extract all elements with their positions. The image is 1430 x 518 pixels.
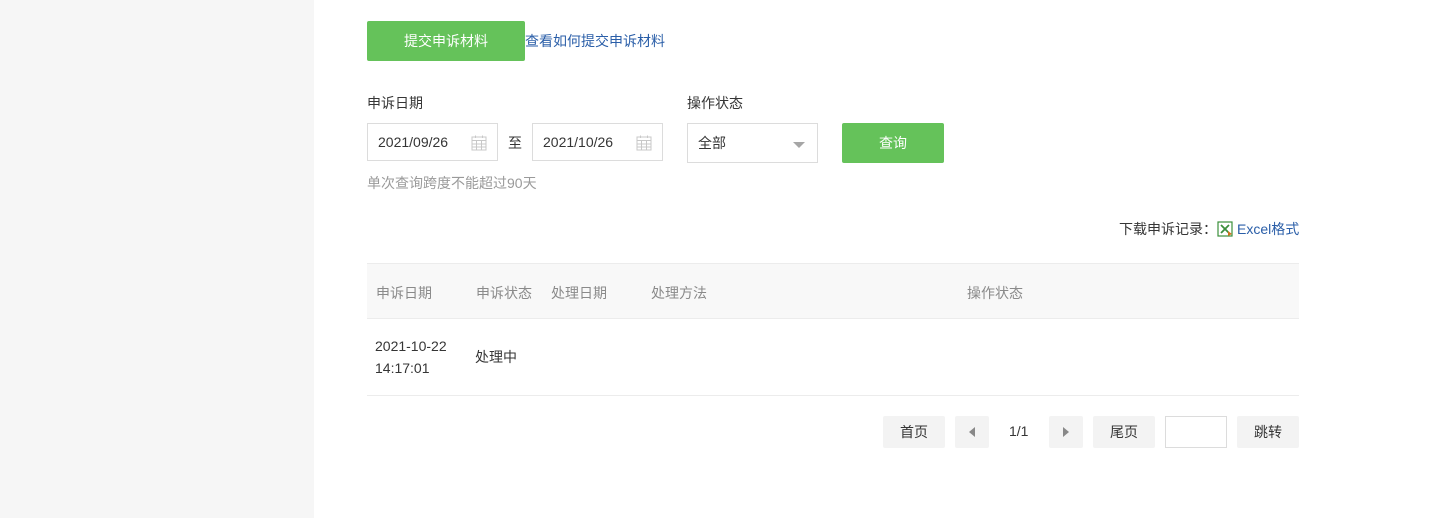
status-select[interactable]: 全部	[687, 123, 818, 163]
range-hint: 单次查询跨度不能超过90天	[367, 175, 537, 191]
row-time: 14:17:01	[375, 360, 430, 376]
download-records: 下载申诉记录： Excel格式	[1119, 219, 1299, 239]
how-to-submit-link[interactable]: 查看如何提交申诉材料	[525, 31, 665, 51]
excel-icon	[1217, 221, 1233, 237]
col-appeal-date: 申诉日期	[376, 285, 432, 301]
row-appeal-status: 处理中	[475, 349, 517, 365]
row-date: 2021-10-22	[375, 338, 447, 354]
chevron-down-icon	[793, 142, 805, 148]
submit-appeal-button[interactable]: 提交申诉材料	[367, 21, 525, 61]
start-date-field[interactable]: 2021/09/26	[367, 123, 498, 161]
page-info: 1/1	[1009, 423, 1029, 439]
table-row: 2021-10-22 14:17:01 处理中	[367, 319, 1299, 396]
first-page-button[interactable]: 首页	[883, 416, 945, 448]
left-sidebar	[0, 0, 314, 518]
col-handle-date: 处理日期	[551, 285, 607, 301]
jump-page-input[interactable]	[1165, 416, 1227, 448]
prev-page-button[interactable]	[955, 416, 989, 448]
table-header: 申诉日期 申诉状态 处理日期 处理方法 操作状态	[367, 263, 1299, 319]
chevron-right-icon	[1063, 427, 1069, 437]
col-appeal-status: 申诉状态	[476, 285, 532, 301]
chevron-left-icon	[969, 427, 975, 437]
last-page-button[interactable]: 尾页	[1093, 416, 1155, 448]
calendar-icon	[636, 135, 652, 151]
query-button[interactable]: 查询	[842, 123, 944, 163]
appeal-date-label: 申诉日期	[367, 95, 423, 111]
col-handle-method: 处理方法	[651, 285, 707, 301]
download-label: 下载申诉记录：	[1119, 221, 1217, 237]
end-date-value: 2021/10/26	[543, 134, 614, 150]
calendar-icon	[471, 135, 487, 151]
status-select-value: 全部	[698, 135, 726, 151]
start-date-value: 2021/09/26	[378, 134, 449, 150]
excel-download-link[interactable]: Excel格式	[1237, 219, 1299, 239]
jump-button[interactable]: 跳转	[1237, 416, 1299, 448]
date-range-separator: 至	[508, 135, 522, 151]
end-date-field[interactable]: 2021/10/26	[532, 123, 663, 161]
col-operation-status: 操作状态	[967, 285, 1023, 301]
operation-status-label: 操作状态	[687, 95, 743, 111]
next-page-button[interactable]	[1049, 416, 1083, 448]
row-appeal-date: 2021-10-22 14:17:01	[375, 335, 447, 379]
